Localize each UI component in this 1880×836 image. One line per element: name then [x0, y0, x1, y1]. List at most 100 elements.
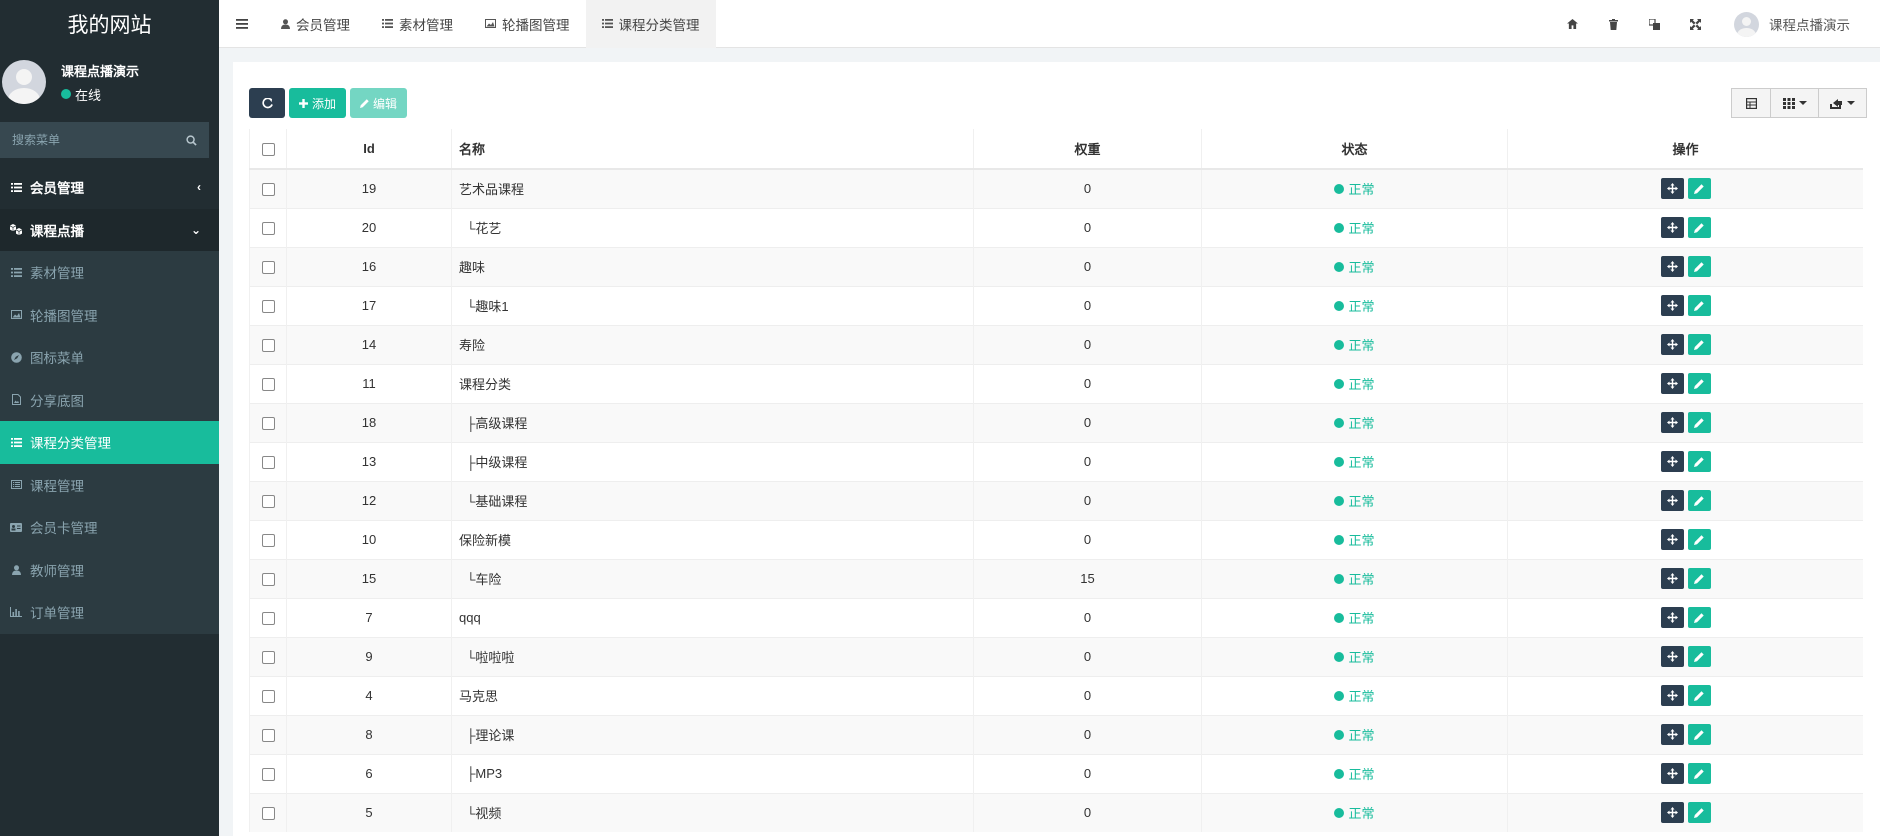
row-checkbox[interactable]	[261, 300, 275, 314]
row-edit-button[interactable]	[1687, 295, 1711, 316]
row-edit-button[interactable]	[1687, 256, 1711, 277]
row-edit-button[interactable]	[1687, 490, 1711, 511]
row-edit-button[interactable]	[1687, 529, 1711, 550]
sidebar-item-7[interactable]: 课程管理	[0, 463, 219, 506]
sidebar-item-4[interactable]: 图标菜单	[0, 336, 219, 379]
refresh-button[interactable]	[249, 88, 285, 118]
select-all-checkbox[interactable]	[261, 143, 275, 157]
row-edit-button[interactable]	[1687, 451, 1711, 472]
drag-sort-button[interactable]	[1660, 295, 1684, 316]
row-checkbox[interactable]	[261, 729, 275, 743]
tab-2[interactable]: 轮播图管理	[469, 0, 586, 48]
table-row[interactable]: 15 └车险 15 正常	[249, 558, 1863, 598]
row-checkbox[interactable]	[261, 456, 275, 470]
table-row[interactable]: 12 └基础课程 0 正常	[249, 480, 1863, 520]
row-checkbox[interactable]	[261, 534, 275, 548]
row-edit-button[interactable]	[1687, 685, 1711, 706]
row-edit-button[interactable]	[1687, 178, 1711, 200]
row-edit-button[interactable]	[1687, 607, 1711, 628]
sidebar-item-8[interactable]: 会员卡管理	[0, 506, 219, 549]
drag-sort-button[interactable]	[1660, 802, 1684, 824]
toggle-view-button[interactable]	[1731, 88, 1771, 118]
drag-sort-button[interactable]	[1660, 685, 1684, 706]
row-checkbox[interactable]	[261, 378, 275, 392]
search-icon[interactable]	[186, 134, 197, 146]
header-weight[interactable]: 权重	[973, 129, 1202, 170]
menu-search-input[interactable]	[12, 133, 172, 147]
drag-sort-button[interactable]	[1660, 490, 1684, 511]
row-edit-button[interactable]	[1687, 724, 1711, 745]
sidebar-item-5[interactable]: 分享底图	[0, 378, 219, 421]
sidebar-item-6[interactable]: 课程分类管理	[0, 421, 219, 464]
table-row[interactable]: 18 ├高级课程 0 正常	[249, 402, 1863, 442]
header-status[interactable]: 状态	[1201, 129, 1508, 170]
table-row[interactable]: 20 └花艺 0 正常	[249, 207, 1863, 247]
table-row[interactable]: 17 └趣味1 0 正常	[249, 285, 1863, 325]
columns-dropdown-button[interactable]	[1771, 88, 1819, 118]
row-edit-button[interactable]	[1687, 802, 1711, 824]
row-checkbox[interactable]	[261, 222, 275, 236]
table-row[interactable]: 19 艺术品课程 0 正常	[249, 168, 1863, 208]
row-checkbox[interactable]	[261, 612, 275, 626]
table-row[interactable]: 5 └视频 0 正常	[249, 792, 1863, 832]
tab-1[interactable]: 素材管理	[366, 0, 469, 48]
sidebar-item-3[interactable]: 轮播图管理	[0, 293, 219, 336]
tab-3[interactable]: 课程分类管理	[585, 0, 716, 48]
header-name[interactable]: 名称	[451, 129, 974, 170]
sidebar-item-0[interactable]: 会员管理 ‹	[0, 166, 219, 209]
row-checkbox[interactable]	[261, 495, 275, 509]
table-row[interactable]: 9 └啦啦啦 0 正常	[249, 636, 1863, 676]
drag-sort-button[interactable]	[1660, 451, 1684, 472]
drag-sort-button[interactable]	[1660, 568, 1684, 589]
row-edit-button[interactable]	[1687, 334, 1711, 355]
tab-0[interactable]: 会员管理	[265, 0, 366, 48]
drag-sort-button[interactable]	[1660, 334, 1684, 355]
table-row[interactable]: 11 课程分类 0 正常	[249, 363, 1863, 403]
sidebar-toggle-button[interactable]	[219, 0, 265, 48]
navbar-user-menu[interactable]: 课程点播演示	[1716, 11, 1880, 37]
row-checkbox[interactable]	[261, 690, 275, 704]
table-row[interactable]: 7 qqq 0 正常	[249, 597, 1863, 637]
language-button[interactable]	[1634, 0, 1675, 48]
row-checkbox[interactable]	[261, 768, 275, 782]
header-id[interactable]: Id	[286, 129, 452, 170]
row-checkbox[interactable]	[261, 183, 275, 197]
row-checkbox[interactable]	[261, 261, 275, 275]
row-edit-button[interactable]	[1687, 217, 1711, 238]
row-edit-button[interactable]	[1687, 646, 1711, 667]
drag-sort-button[interactable]	[1660, 217, 1684, 238]
row-edit-button[interactable]	[1687, 568, 1711, 589]
drag-sort-button[interactable]	[1660, 724, 1684, 745]
edit-button[interactable]: 编辑	[350, 88, 408, 118]
table-row[interactable]: 8 ├理论课 0 正常	[249, 714, 1863, 754]
table-row[interactable]: 4 马克思 0 正常	[249, 675, 1863, 715]
fullscreen-button[interactable]	[1675, 0, 1716, 48]
drag-sort-button[interactable]	[1660, 646, 1684, 667]
export-dropdown-button[interactable]	[1819, 88, 1867, 118]
row-edit-button[interactable]	[1687, 763, 1711, 784]
row-checkbox[interactable]	[261, 651, 275, 665]
sidebar-item-1[interactable]: 课程点播 ⌄	[0, 208, 219, 251]
row-checkbox[interactable]	[261, 807, 275, 821]
drag-sort-button[interactable]	[1660, 256, 1684, 277]
drag-sort-button[interactable]	[1660, 763, 1684, 784]
add-button[interactable]: 添加	[289, 88, 347, 118]
row-edit-button[interactable]	[1687, 412, 1711, 433]
sidebar-item-9[interactable]: 教师管理	[0, 548, 219, 591]
drag-sort-button[interactable]	[1660, 412, 1684, 433]
row-edit-button[interactable]	[1687, 373, 1711, 394]
row-checkbox[interactable]	[261, 339, 275, 353]
row-checkbox[interactable]	[261, 417, 275, 431]
drag-sort-button[interactable]	[1660, 529, 1684, 550]
drag-sort-button[interactable]	[1660, 607, 1684, 628]
home-button[interactable]	[1552, 0, 1593, 48]
table-row[interactable]: 16 趣味 0 正常	[249, 246, 1863, 286]
row-checkbox[interactable]	[261, 573, 275, 587]
sidebar-item-2[interactable]: 素材管理	[0, 251, 219, 294]
table-row[interactable]: 13 ├中级课程 0 正常	[249, 441, 1863, 481]
table-row[interactable]: 6 ├MP3 0 正常	[249, 753, 1863, 793]
site-logo[interactable]: 我的网站	[0, 0, 219, 48]
table-row[interactable]: 10 保险新模 0 正常	[249, 519, 1863, 559]
sidebar-item-10[interactable]: 订单管理	[0, 591, 219, 634]
clear-cache-button[interactable]	[1593, 0, 1634, 48]
